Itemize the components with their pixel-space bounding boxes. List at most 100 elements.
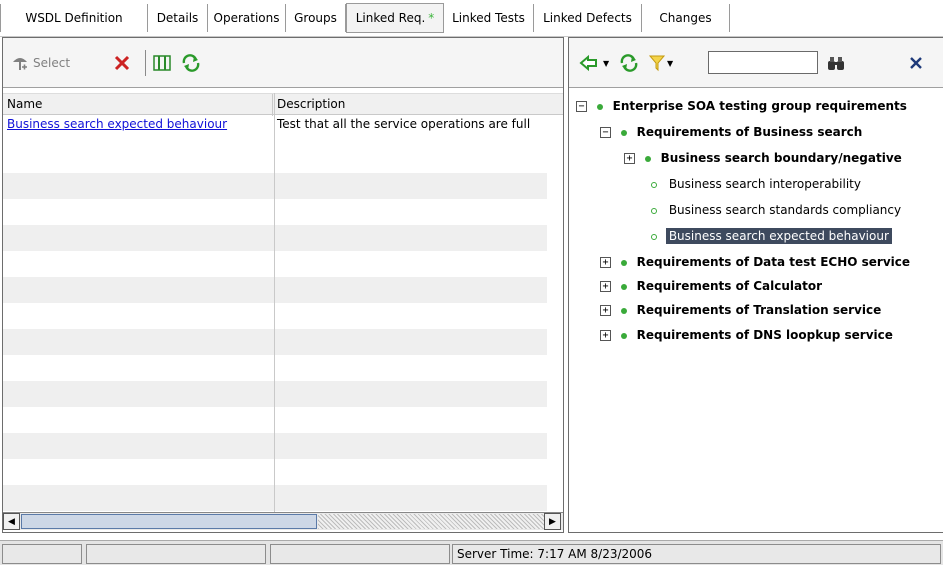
requirement-folder-icon	[620, 283, 627, 290]
column-header-description[interactable]: Description	[273, 94, 563, 116]
requirement-icon	[651, 181, 657, 188]
tree-node-boundary-negative[interactable]: + Business search boundary/negative	[624, 147, 902, 169]
status-cell	[270, 544, 450, 564]
requirement-description-cell: Test that all the service operations are…	[277, 117, 531, 131]
tree-node-calculator[interactable]: + Requirements of Calculator	[600, 275, 822, 297]
status-bar: Server Time: 7:17 AM 8/23/2006	[0, 540, 943, 565]
tree-node-label-selected: Business search expected behaviour	[665, 228, 892, 244]
modified-indicator: *	[428, 11, 435, 25]
tab-label: Linked Defects	[543, 11, 632, 25]
expand-icon[interactable]: +	[600, 305, 611, 316]
status-cell	[2, 544, 82, 564]
refresh-tree-button[interactable]	[619, 52, 639, 74]
find-button[interactable]	[827, 52, 845, 74]
tab-label: Groups	[294, 11, 337, 25]
tab-operations[interactable]: Operations	[208, 4, 286, 32]
expand-icon[interactable]: +	[600, 330, 611, 341]
tree-node-business-search[interactable]: − Requirements of Business search	[600, 121, 862, 143]
horizontal-scrollbar[interactable]: ◀ ▶	[3, 512, 563, 530]
refresh-button[interactable]	[181, 52, 201, 74]
scroll-right-button[interactable]: ▶	[544, 513, 561, 530]
requirement-folder-icon	[620, 129, 627, 136]
tree-node-interoperability[interactable]: Business search interoperability	[651, 173, 861, 195]
column-header-name[interactable]: Name	[3, 94, 273, 116]
select-columns-button[interactable]	[153, 52, 171, 74]
tree-node-data-test-echo[interactable]: + Requirements of Data test ECHO service	[600, 251, 910, 273]
tree-node-label: Requirements of Data test ECHO service	[636, 255, 911, 269]
requirements-tree-panel: ▼ ▼ − Enterprise SOA testing group requi…	[568, 37, 943, 533]
tab-label: Operations	[213, 11, 280, 25]
tab-wsdl-definition[interactable]: WSDL Definition	[0, 4, 148, 32]
server-time-status: Server Time: 7:17 AM 8/23/2006	[452, 544, 941, 564]
table-row-empty	[3, 329, 547, 355]
tab-label: WSDL Definition	[25, 11, 123, 25]
scrollbar-thumb[interactable]	[21, 514, 317, 529]
tree-node-translation-service[interactable]: + Requirements of Translation service	[600, 299, 881, 321]
arrow-left-icon	[579, 54, 597, 72]
binoculars-icon	[828, 57, 844, 70]
tree-node-label: Requirements of DNS loopkup service	[636, 328, 893, 342]
status-cell	[86, 544, 266, 564]
table-row-empty	[3, 407, 547, 433]
collapse-icon[interactable]: −	[576, 101, 587, 112]
scrollbar-track[interactable]	[318, 514, 544, 529]
scroll-left-button[interactable]: ◀	[3, 513, 20, 530]
requirement-name-link[interactable]: Business search expected behaviour	[3, 115, 272, 141]
tree-node-dns-lookup-service[interactable]: + Requirements of DNS loopkup service	[600, 324, 893, 346]
tab-changes[interactable]: Changes	[642, 4, 730, 32]
tree-node-expected-behaviour[interactable]: Business search expected behaviour	[651, 225, 892, 247]
tab-label: Changes	[659, 11, 712, 25]
refresh-icon	[620, 54, 638, 72]
requirement-folder-icon	[620, 307, 627, 314]
tree-node-label: Requirements of Calculator	[636, 279, 823, 293]
tab-linked-defects[interactable]: Linked Defects	[534, 4, 642, 32]
tab-groups[interactable]: Groups	[286, 4, 346, 32]
tree-node-label: Business search interoperability	[668, 177, 861, 191]
dropdown-arrow-icon: ▼	[603, 58, 610, 68]
table-row-empty	[3, 277, 547, 303]
tab-details[interactable]: Details	[148, 4, 208, 32]
requirement-icon	[651, 233, 657, 240]
expand-icon[interactable]: +	[600, 257, 611, 268]
table-row-empty	[3, 251, 547, 277]
tree-node-standards-compliancy[interactable]: Business search standards compliancy	[651, 199, 901, 221]
find-input[interactable]	[708, 51, 818, 74]
go-to-button[interactable]: ▼	[579, 52, 609, 74]
table-row-empty	[3, 225, 547, 251]
requirement-icon	[651, 207, 657, 214]
table-row-empty	[3, 199, 547, 225]
delete-icon	[114, 55, 130, 71]
table-row-empty	[3, 147, 547, 173]
table-row[interactable]: Business search expected behaviour Test …	[3, 115, 547, 141]
dropdown-arrow-icon: ▼	[667, 58, 674, 68]
tree-node-label: Requirements of Business search	[636, 125, 863, 139]
table-row-empty	[3, 303, 547, 329]
tree-node-label: Requirements of Translation service	[636, 303, 882, 317]
tab-label: Linked Req.	[355, 11, 426, 25]
requirement-folder-icon	[620, 259, 627, 266]
tree-node-label: Business search boundary/negative	[660, 151, 902, 165]
tab-label: Linked Tests	[452, 11, 525, 25]
column-divider	[274, 93, 275, 513]
close-tree-button[interactable]	[909, 52, 923, 74]
linked-requirements-grid-panel: Select Name Description Business search …	[2, 37, 564, 533]
filter-icon	[649, 55, 665, 72]
columns-icon	[153, 55, 171, 71]
tree-node-root[interactable]: − Enterprise SOA testing group requireme…	[576, 95, 907, 117]
tab-linked-tests[interactable]: Linked Tests	[444, 4, 534, 32]
select-button-label: Select	[33, 56, 71, 70]
select-button[interactable]: Select	[11, 52, 70, 74]
table-row-empty	[3, 355, 547, 381]
grid-toolbar: Select	[3, 38, 563, 88]
select-requirements-icon	[13, 58, 27, 70]
remove-link-button[interactable]	[113, 52, 131, 74]
tree-node-label: Enterprise SOA testing group requirement…	[612, 99, 907, 113]
filter-button[interactable]: ▼	[649, 52, 673, 74]
table-row-empty	[3, 459, 547, 485]
expand-icon[interactable]: +	[624, 153, 635, 164]
close-icon	[910, 57, 922, 69]
grid-header: Name Description	[3, 93, 563, 116]
tab-linked-req[interactable]: Linked Req. *	[346, 3, 444, 33]
expand-icon[interactable]: +	[600, 281, 611, 292]
collapse-icon[interactable]: −	[600, 127, 611, 138]
